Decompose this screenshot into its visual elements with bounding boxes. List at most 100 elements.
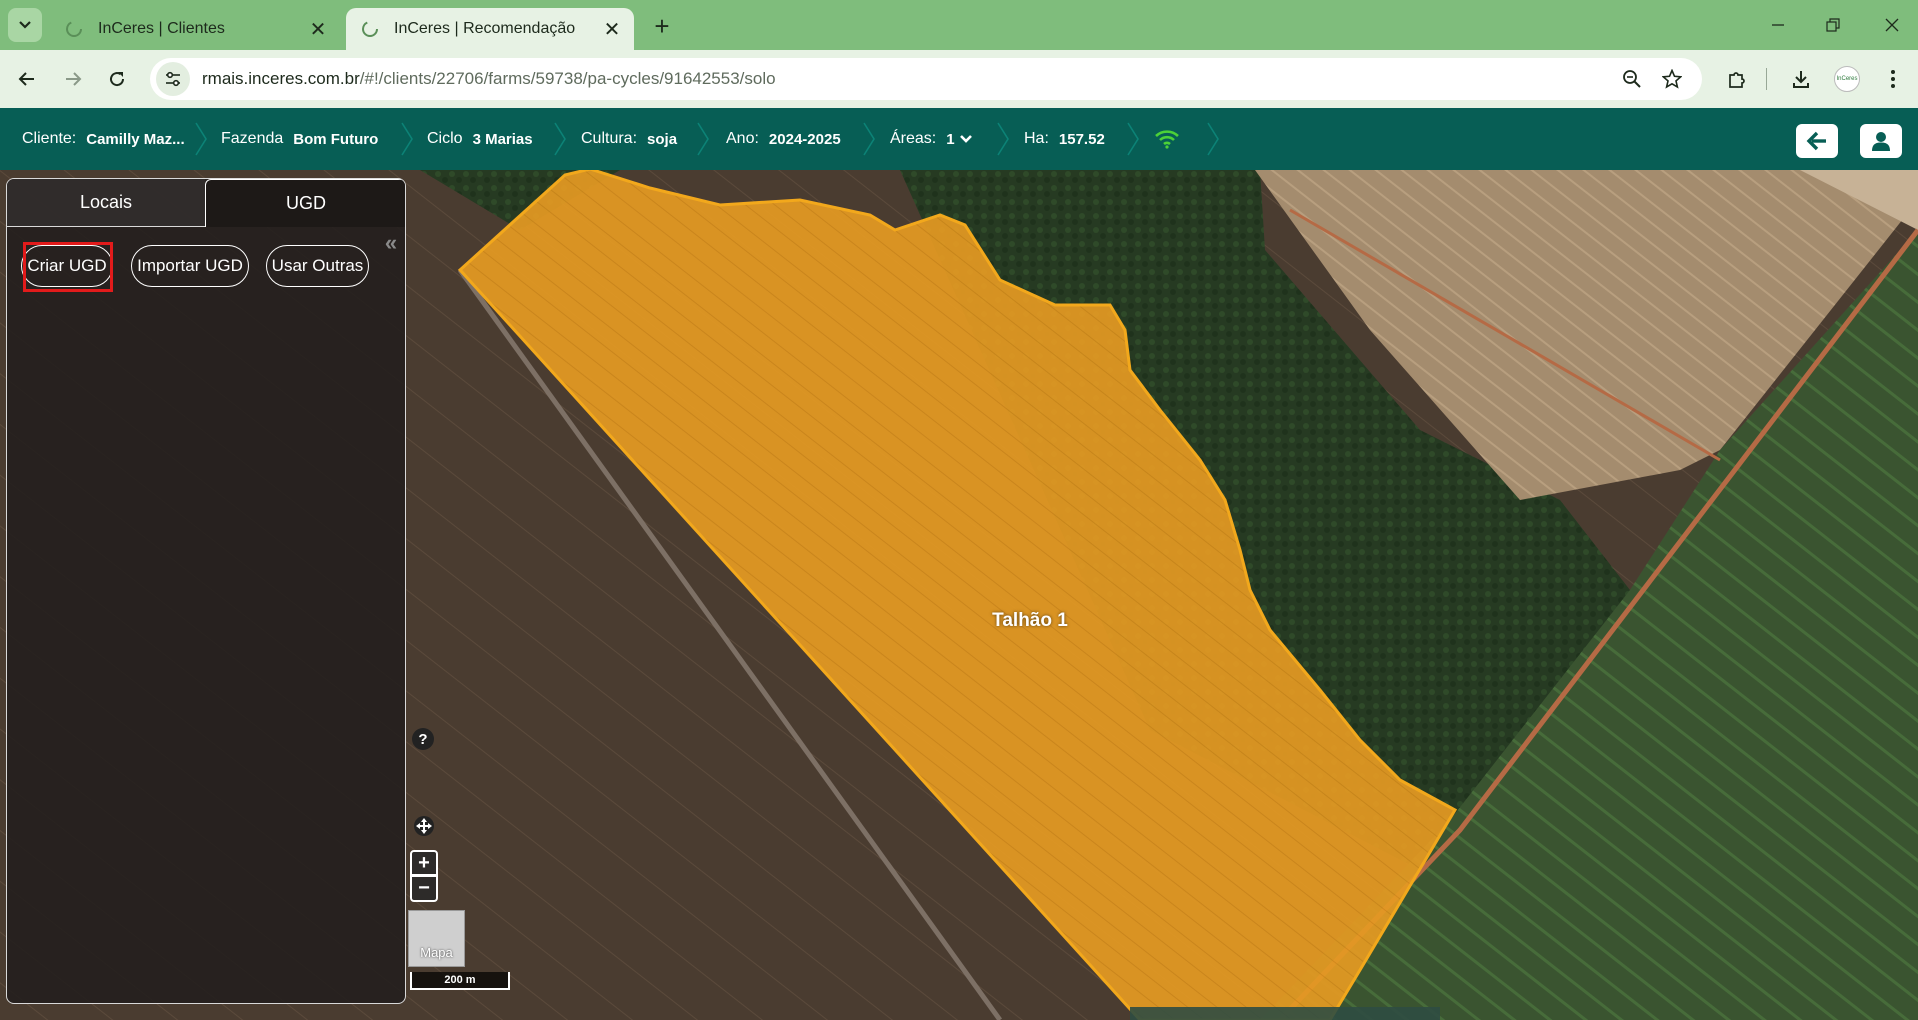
scale-bar: 200 m: [410, 972, 510, 990]
back-button[interactable]: [10, 62, 44, 96]
chevron-down-icon: [959, 135, 972, 143]
tab-label: UGD: [286, 193, 326, 213]
downloads-button[interactable]: [1784, 62, 1818, 96]
breadcrumb-ha: Ha: 157.52: [1024, 108, 1105, 170]
chevron-right-icon: [697, 122, 709, 156]
crumb-label: Cultura:: [581, 130, 638, 147]
chevron-right-icon: [997, 122, 1009, 156]
url-host: rmais.inceres.com.br: [202, 69, 360, 88]
browser-toolbar: rmais.inceres.com.br/#!/clients/22706/fa…: [0, 50, 1918, 108]
arrow-right-icon: [66, 72, 82, 86]
back-nav-button[interactable]: [1796, 124, 1838, 158]
close-tab-icon[interactable]: ✕: [306, 17, 330, 41]
chevron-right-icon: [1207, 122, 1219, 156]
breadcrumb-cultura[interactable]: Cultura: soja: [581, 108, 677, 170]
reload-icon: [110, 72, 125, 87]
help-button[interactable]: ?: [412, 728, 434, 750]
tab-title: InCeres | Recomendação: [394, 20, 576, 37]
crumb-value: 1: [946, 130, 955, 148]
loading-spinner-icon: [66, 21, 82, 37]
crumb-label: Ano:: [726, 130, 759, 147]
toolbar-divider: [1766, 68, 1767, 90]
crumb-value: 3 Marias: [472, 130, 533, 148]
usar-outras-button[interactable]: Usar Outras: [266, 245, 369, 287]
chevron-down-icon: [19, 21, 31, 29]
restore-button[interactable]: [1813, 10, 1853, 40]
chevron-right-icon: [401, 122, 413, 156]
pan-button[interactable]: [412, 814, 436, 838]
chevron-right-icon: [195, 122, 207, 156]
close-tab-icon[interactable]: ✕: [600, 17, 624, 41]
breadcrumb-ciclo[interactable]: Ciclo 3 Marias: [427, 108, 533, 170]
profile-button[interactable]: InCeres: [1830, 62, 1864, 96]
url-path: /#!/clients/22706/farms/59738/pa-cycles/…: [359, 69, 776, 88]
extensions-button[interactable]: [1720, 62, 1754, 96]
basemap-label: Mapa: [420, 945, 453, 960]
user-icon: [1872, 132, 1890, 151]
tab-label: Locais: [79, 192, 133, 212]
crumb-value: soja: [647, 130, 678, 148]
minimize-button[interactable]: [1758, 10, 1798, 40]
puzzle-icon: [1729, 72, 1745, 88]
browser-tab-bar: InCeres | Clientes ✕ InCeres | Recomenda…: [0, 0, 1918, 50]
arrow-left-icon: [1806, 131, 1826, 151]
crumb-value: Camilly Maz...: [86, 130, 185, 148]
restore-icon: [1826, 18, 1840, 32]
ugd-side-panel: Locais UGD « Criar UGD Importar UGD Usar…: [6, 178, 406, 1004]
star-icon: [1662, 69, 1682, 89]
tune-icon: [166, 71, 180, 87]
tab-search-button[interactable]: [8, 8, 42, 42]
tab-title: InCeres | Clientes: [98, 20, 225, 37]
tab-clientes[interactable]: InCeres | Clientes ✕: [50, 8, 340, 50]
breadcrumb-cliente[interactable]: Cliente: Camilly Maz...: [22, 108, 185, 170]
user-profile-button[interactable]: [1860, 124, 1902, 158]
crumb-label: Fazenda: [221, 130, 284, 147]
crumb-label: Ciclo: [427, 130, 463, 147]
arrow-left-icon: [18, 72, 34, 86]
map-attribution-strip: [1130, 1007, 1440, 1020]
move-arrows-icon: [414, 816, 434, 836]
close-icon: [1885, 18, 1899, 32]
download-icon: [1793, 71, 1809, 88]
app-header: Cliente: Camilly Maz... Fazenda Bom Futu…: [0, 108, 1918, 170]
reload-button[interactable]: [100, 62, 134, 96]
url-text[interactable]: rmais.inceres.com.br/#!/clients/22706/fa…: [202, 69, 776, 89]
breadcrumb-ano[interactable]: Ano: 2024-2025: [726, 108, 841, 170]
connection-status: [1154, 108, 1180, 170]
crumb-label: Cliente:: [22, 130, 77, 147]
address-bar[interactable]: rmais.inceres.com.br/#!/clients/22706/fa…: [150, 58, 1702, 100]
crumb-label: Áreas:: [890, 130, 937, 147]
zoom-out-button[interactable]: −: [410, 876, 438, 902]
scale-label: 200 m: [444, 974, 476, 986]
importar-ugd-button[interactable]: Importar UGD: [131, 245, 249, 287]
chevron-right-icon: [554, 122, 566, 156]
new-tab-button[interactable]: +: [648, 11, 676, 41]
crumb-value: Bom Futuro: [293, 130, 379, 148]
tab-ugd[interactable]: UGD: [205, 179, 405, 227]
forward-button[interactable]: [56, 62, 90, 96]
field-label: Talhão 1: [992, 610, 1068, 631]
avatar: InCeres: [1834, 66, 1860, 92]
loading-spinner-icon: [362, 21, 378, 37]
bookmark-button[interactable]: [1655, 62, 1689, 96]
browser-menu-button[interactable]: [1876, 62, 1910, 96]
zoom-in-button[interactable]: +: [410, 850, 438, 876]
crumb-value: 2024-2025: [768, 130, 841, 148]
kebab-menu-icon: [1891, 70, 1895, 88]
wifi-icon: [1155, 130, 1179, 149]
site-info-button[interactable]: [156, 62, 190, 96]
tab-recomendacao[interactable]: InCeres | Recomendação ✕: [346, 8, 634, 50]
basemap-toggle[interactable]: Mapa: [408, 910, 465, 967]
chevron-right-icon: [1127, 122, 1139, 156]
crumb-label: Ha:: [1024, 130, 1049, 147]
collapse-panel-button[interactable]: «: [377, 229, 405, 257]
close-window-button[interactable]: [1872, 10, 1912, 40]
criar-ugd-button[interactable]: Criar UGD: [21, 245, 113, 287]
zoom-icon: [1623, 70, 1641, 88]
tab-locais[interactable]: Locais: [7, 179, 205, 227]
breadcrumb-fazenda[interactable]: Fazenda Bom Futuro: [221, 108, 378, 170]
crumb-value: 157.52: [1058, 130, 1105, 148]
zoom-button[interactable]: [1615, 62, 1649, 96]
breadcrumb-areas[interactable]: Áreas: 1: [890, 108, 973, 170]
minimize-icon: [1772, 24, 1784, 26]
